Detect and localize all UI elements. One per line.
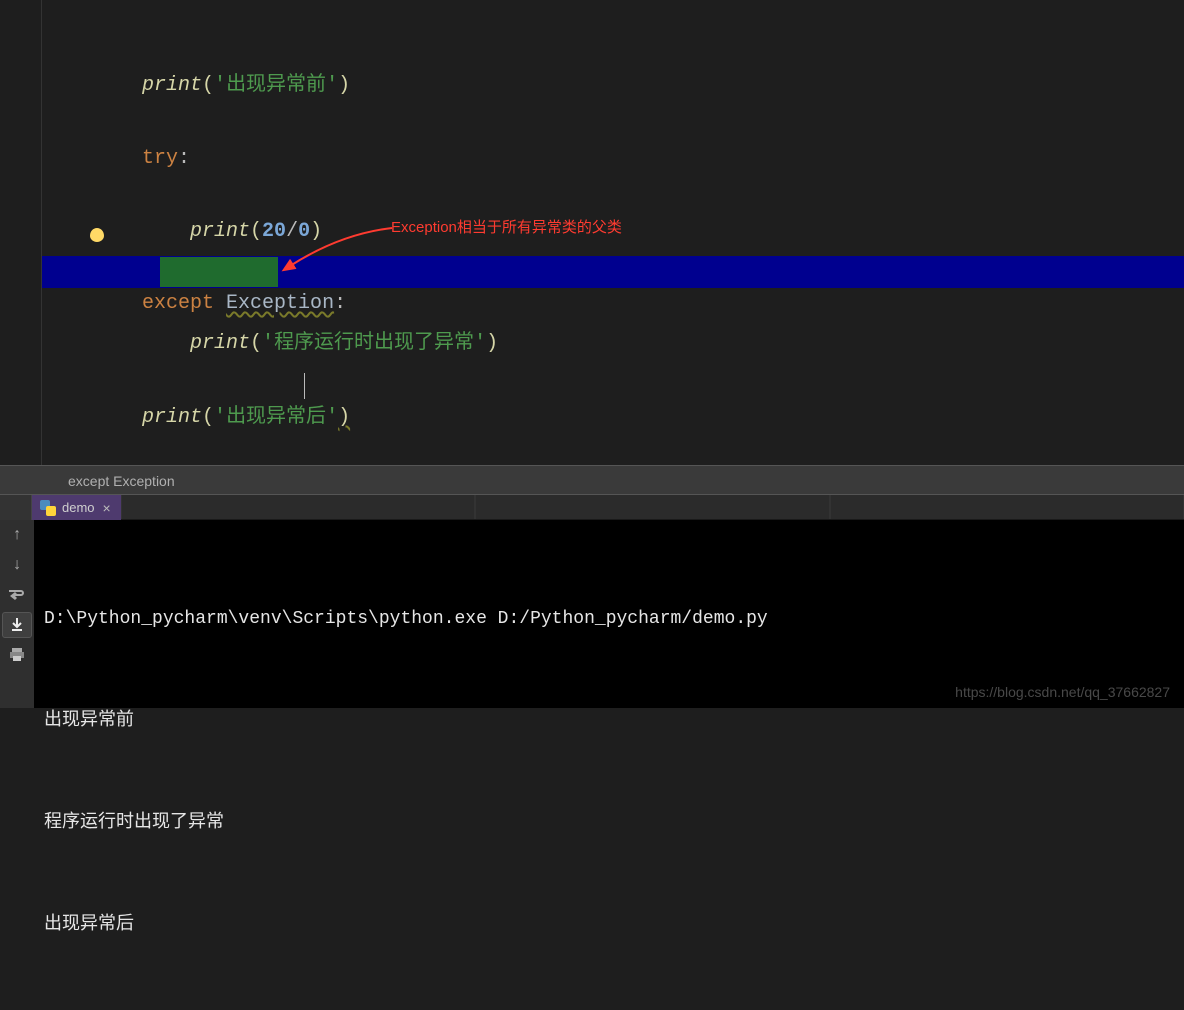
tool-sidebar-spacer (0, 495, 32, 520)
close-icon[interactable]: × (103, 500, 111, 516)
gutter (0, 0, 42, 465)
code-line[interactable]: try: (42, 111, 1184, 143)
number-literal: 0 (298, 220, 310, 243)
quote: ' (262, 332, 274, 355)
console-line: 出现异常后 (44, 908, 1184, 942)
fn-print: print (142, 74, 202, 97)
fn-print: print (190, 220, 250, 243)
quote: ' (326, 406, 338, 429)
string-literal: 出现异常前 (226, 74, 326, 97)
string-literal: 程序运行时出现了异常 (274, 332, 474, 355)
code-content[interactable]: print('出现异常前') try: print(20/0) except E… (42, 0, 1184, 465)
scroll-to-end-icon[interactable] (2, 612, 32, 638)
annotation-text: Exception相当于所有异常类的父类 (391, 216, 622, 237)
tab-label: demo (62, 500, 95, 515)
number-literal: 20 (262, 220, 286, 243)
paren: ) (338, 74, 350, 97)
fn-print: print (190, 332, 250, 355)
code-line[interactable]: print(20/0) (42, 184, 1184, 216)
colon: : (178, 147, 190, 170)
console-line: D:\Python_pycharm\venv\Scripts\python.ex… (44, 602, 1184, 636)
code-editor[interactable]: print('出现异常前') try: print(20/0) except E… (0, 0, 1184, 465)
python-icon (40, 500, 56, 516)
down-arrow-icon[interactable]: ↓ (0, 550, 34, 580)
string-literal: 出现异常后 (226, 406, 326, 429)
wrap-icon[interactable] (0, 580, 34, 610)
paren: ( (250, 220, 262, 243)
tab-spacer (121, 495, 1184, 519)
caret (304, 373, 305, 399)
code-line[interactable]: print('程序运行时出现了异常') (42, 296, 1184, 328)
slash: / (286, 220, 298, 243)
breadcrumb[interactable]: except Exception (0, 465, 1184, 495)
lightbulb-icon[interactable] (90, 228, 104, 242)
quote: ' (474, 332, 486, 355)
paren: ) (338, 406, 350, 429)
fn-print: print (142, 406, 202, 429)
watermark: https://blog.csdn.net/qq_37662827 (955, 684, 1170, 700)
run-tabs: demo × (0, 495, 1184, 520)
paren: ( (250, 332, 262, 355)
paren: ) (310, 220, 322, 243)
run-tab-demo[interactable]: demo × (32, 495, 121, 520)
quote: ' (214, 74, 226, 97)
quote: ' (326, 74, 338, 97)
up-arrow-icon[interactable]: ↑ (0, 520, 34, 550)
code-line[interactable]: print('出现异常后') (42, 370, 1184, 402)
console-toolbar: ↑ ↓ (0, 520, 34, 708)
kw-try: try (142, 147, 178, 170)
code-line[interactable]: print('出现异常前') (42, 38, 1184, 70)
code-line[interactable]: except Exception: (42, 256, 1184, 288)
console-line: 出现异常前 (44, 704, 1184, 738)
console-output[interactable]: D:\Python_pycharm\venv\Scripts\python.ex… (44, 534, 1184, 708)
quote: ' (214, 406, 226, 429)
paren: ( (202, 74, 214, 97)
print-icon[interactable] (0, 640, 34, 670)
paren: ( (202, 406, 214, 429)
console-line: 程序运行时出现了异常 (44, 806, 1184, 840)
console-panel: ↑ ↓ D:\Python_pycharm\venv\Scripts\pytho… (0, 520, 1184, 708)
breadcrumb-text: except Exception (68, 473, 175, 489)
paren: ) (486, 332, 498, 355)
